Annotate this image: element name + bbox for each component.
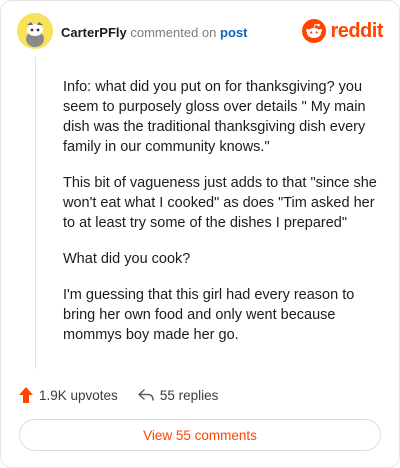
replies-button[interactable]: 55 replies bbox=[138, 387, 219, 403]
commented-on-text: commented on bbox=[130, 25, 217, 40]
reply-arrow-icon bbox=[138, 389, 154, 401]
upvote-arrow-icon bbox=[19, 387, 33, 403]
replies-count: 55 replies bbox=[159, 387, 219, 403]
avatar[interactable] bbox=[17, 13, 53, 49]
reddit-snoo-icon bbox=[302, 19, 327, 43]
view-comments-button[interactable]: View 55 comments bbox=[19, 419, 381, 451]
reddit-wordmark: reddit bbox=[330, 19, 383, 42]
upvote-count: 1.9K upvotes bbox=[39, 387, 118, 403]
comment-paragraph: This bit of vagueness just adds to that … bbox=[63, 175, 377, 231]
post-link[interactable]: post bbox=[220, 25, 247, 40]
reddit-logo[interactable]: reddit bbox=[302, 19, 383, 43]
upvote-button[interactable]: 1.9K upvotes bbox=[19, 387, 118, 403]
thread-line bbox=[35, 57, 36, 369]
comment-card: CarterPFly commented on post reddit Info… bbox=[0, 0, 400, 468]
author-username[interactable]: CarterPFly bbox=[61, 25, 127, 40]
comment-paragraph: I'm guessing that this girl had every re… bbox=[63, 287, 355, 343]
action-bar: 1.9K upvotes 55 replies bbox=[19, 387, 218, 403]
comment-header: CarterPFly commented on post bbox=[61, 25, 247, 41]
comment-body: Info: what did you put on for thanksgivi… bbox=[63, 77, 383, 361]
comment-paragraph: Info: what did you put on for thanksgivi… bbox=[63, 79, 366, 155]
comment-paragraph: What did you cook? bbox=[63, 251, 191, 267]
snoo-avatar-icon bbox=[17, 13, 53, 49]
